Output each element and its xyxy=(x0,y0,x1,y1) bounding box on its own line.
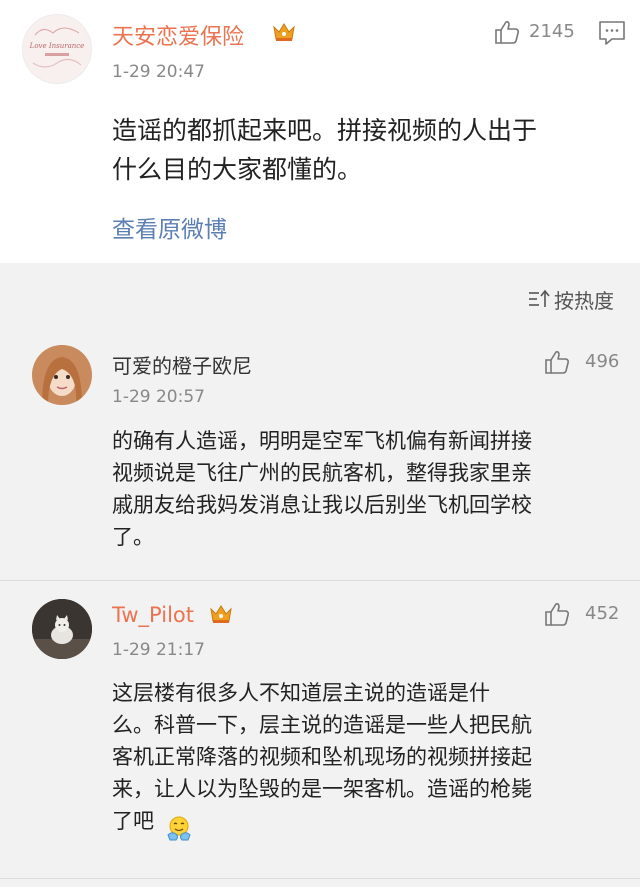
crown-icon xyxy=(273,23,295,41)
thumbs-up-icon xyxy=(545,603,570,626)
comment-like-count: 496 xyxy=(585,351,620,372)
main-post-text: 造谣的都抓起来吧。拼接视频的人出于 什么目的大家都懂的。 xyxy=(112,116,538,184)
comment-like-count: 452 xyxy=(585,603,620,624)
main-post-username[interactable]: 天安恋爱保险 xyxy=(112,19,244,51)
crown-icon xyxy=(210,605,232,623)
comment-avatar[interactable] xyxy=(32,345,92,405)
thumbs-up-icon xyxy=(545,351,570,374)
sort-label: 按热度 xyxy=(554,288,614,313)
svg-text:Love Insurance: Love Insurance xyxy=(29,42,85,50)
view-original-link[interactable]: 查看原微博 xyxy=(112,210,227,244)
comment-icon[interactable] xyxy=(598,20,626,46)
comment-divider xyxy=(0,878,640,879)
comment-username[interactable]: Tw_Pilot xyxy=(112,603,194,627)
main-post: Love Insurance 天安恋爱保险 1-29 20:47 2145 造谣… xyxy=(0,0,640,263)
sort-by-hot-button[interactable]: 按热度 xyxy=(528,285,614,313)
comment-username[interactable]: 可爱的橙子欧尼 xyxy=(112,350,252,379)
comment-time: 1-29 20:57 xyxy=(112,387,205,407)
comment-divider xyxy=(0,580,640,581)
thumbs-up-icon xyxy=(495,21,520,44)
comment-avatar[interactable] xyxy=(32,599,92,659)
comment-text: 的确有人造谣，明明是空军飞机偏有新闻拼接 视频说是飞往广州的民航客机，整得我家里… xyxy=(112,429,532,549)
emoji-icon xyxy=(167,816,191,841)
sort-icon xyxy=(529,289,550,307)
comment-text: 这层楼有很多人不知道层主说的造谣是什 么。科普一下，层主说的造谣是一些人把民航 … xyxy=(112,681,532,833)
comment-like-button[interactable]: 452 xyxy=(543,600,623,630)
like-button[interactable]: 2145 xyxy=(493,18,583,48)
like-count: 2145 xyxy=(529,21,575,42)
comment-like-button[interactable]: 496 xyxy=(543,348,623,378)
comment-time: 1-29 21:17 xyxy=(112,640,205,660)
main-post-time: 1-29 20:47 xyxy=(112,62,205,82)
main-post-avatar[interactable]: Love Insurance xyxy=(22,14,92,84)
